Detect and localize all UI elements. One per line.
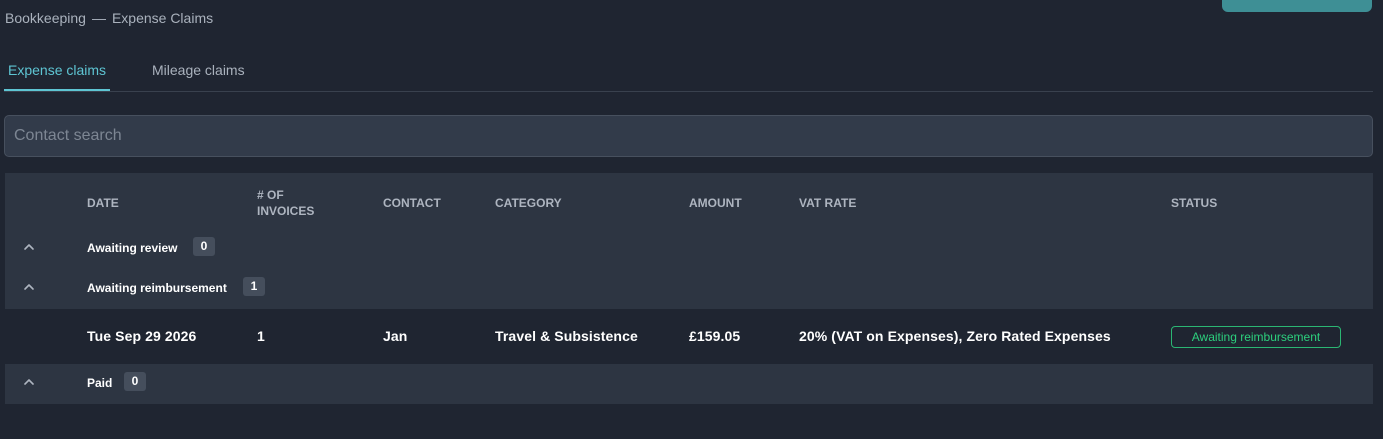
group-label: Awaiting reimbursement [87, 281, 227, 295]
column-header-status[interactable]: STATUS [1171, 195, 1217, 211]
column-header-invoices[interactable]: # OF INVOICES [257, 187, 314, 219]
chevron-up-icon[interactable] [21, 239, 37, 255]
breadcrumb-parent[interactable]: Bookkeeping [5, 10, 86, 26]
primary-action-button[interactable] [1222, 0, 1372, 12]
chevron-up-icon[interactable] [21, 374, 37, 390]
expense-claims-table: DATE # OF INVOICES CONTACT CATEGORY AMOU… [5, 173, 1373, 404]
cell-contact: Jan [383, 328, 408, 344]
column-header-invoices-line2: INVOICES [257, 204, 315, 218]
column-header-amount[interactable]: AMOUNT [689, 195, 742, 211]
status-badge: Awaiting reimbursement [1171, 326, 1341, 348]
group-count-badge: 0 [193, 237, 215, 256]
column-header-invoices-line1: # OF [257, 188, 284, 202]
table-row[interactable]: Tue Sep 29 2026 1 Jan Travel & Subsisten… [5, 309, 1373, 364]
chevron-up-icon[interactable] [21, 279, 37, 295]
column-header-category[interactable]: CATEGORY [495, 195, 562, 211]
tab-mileage-claims[interactable]: Mileage claims [152, 60, 245, 89]
group-row-paid[interactable]: Paid 0 [5, 364, 1373, 404]
column-header-date[interactable]: DATE [87, 195, 119, 211]
tab-expense-claims[interactable]: Expense claims [4, 60, 111, 91]
cell-amount: £159.05 [689, 328, 741, 344]
cell-invoices: 1 [257, 328, 265, 344]
group-count-badge: 0 [124, 372, 146, 391]
breadcrumb-current: Expense Claims [111, 10, 214, 26]
column-header-vat-rate[interactable]: VAT RATE [799, 195, 856, 211]
cell-vat-rate: 20% (VAT on Expenses), Zero Rated Expens… [799, 328, 1111, 344]
tab-bar: Expense claims Mileage claims [4, 52, 1373, 92]
column-header-contact[interactable]: CONTACT [383, 195, 441, 211]
group-label: Awaiting review [87, 241, 178, 255]
group-row-awaiting-review[interactable]: Awaiting review 0 [5, 229, 1373, 269]
cell-category: Travel & Subsistence [495, 328, 638, 344]
breadcrumb: Bookkeeping — Expense Claims [5, 10, 213, 26]
cell-date: Tue Sep 29 2026 [87, 328, 197, 344]
group-row-awaiting-reimbursement[interactable]: Awaiting reimbursement 1 [5, 269, 1373, 309]
group-count-badge: 1 [243, 277, 265, 296]
contact-search-input[interactable] [4, 115, 1373, 157]
table-header: DATE # OF INVOICES CONTACT CATEGORY AMOU… [5, 173, 1373, 229]
breadcrumb-separator: — [91, 10, 106, 26]
group-label: Paid [87, 376, 113, 390]
